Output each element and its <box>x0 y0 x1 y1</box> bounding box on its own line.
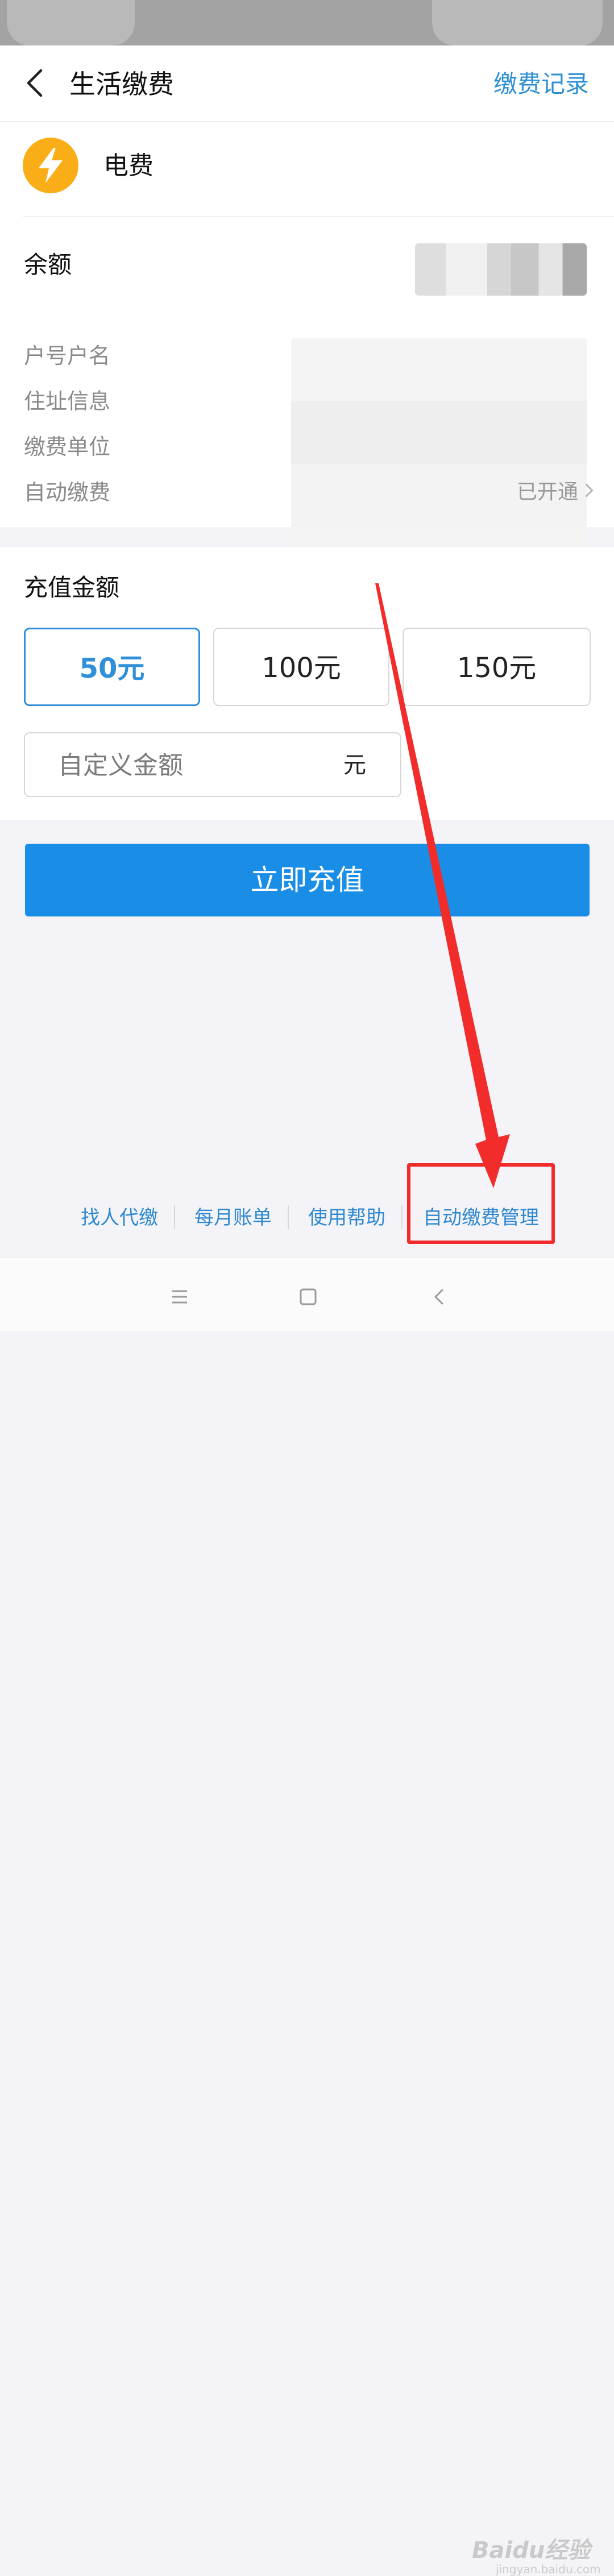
address-label: 住址信息 <box>24 389 111 414</box>
recharge-now-button[interactable]: 立即充值 <box>25 844 590 916</box>
home-icon[interactable] <box>291 1280 325 1314</box>
amount-option-100[interactable]: 100元 <box>213 628 389 706</box>
bill-card: 电费 余额 户号户名 住址信息 缴费单位 自动缴费 已开通 <box>0 122 614 590</box>
chevron-right-icon <box>579 483 594 497</box>
payment-history-link[interactable]: 缴费记录 <box>493 67 589 101</box>
currency-unit-label: 元 <box>343 752 366 778</box>
menu-icon[interactable] <box>163 1280 197 1314</box>
custom-amount-input[interactable] <box>57 746 321 785</box>
balance-value-redacted <box>415 243 587 296</box>
help-link[interactable]: 使用帮助 <box>308 1203 385 1233</box>
status-bar-right-blur <box>432 0 603 45</box>
balance-label: 余额 <box>24 251 72 279</box>
baidu-watermark-url: jingyan.baidu.com <box>496 2562 601 2576</box>
nav-back-icon[interactable] <box>422 1280 456 1314</box>
divider <box>23 216 614 217</box>
status-bar <box>0 0 614 45</box>
page-title: 生活缴费 <box>69 69 174 99</box>
custom-amount-field: 元 <box>24 732 401 797</box>
auto-pay-status[interactable]: 已开通 <box>516 478 594 507</box>
lightning-icon <box>23 138 78 193</box>
link-separator <box>401 1205 403 1229</box>
auto-pay-status-text: 已开通 <box>516 480 578 504</box>
bill-type-label: 电费 <box>103 151 154 180</box>
amount-option-50[interactable]: 50元 <box>24 628 200 706</box>
footer-links: 找人代缴 每月账单 使用帮助 自动缴费管理 <box>0 1197 614 1238</box>
baidu-watermark: Baidu经验 <box>472 2537 591 2563</box>
status-bar-left-blur <box>7 0 135 45</box>
app-header: 生活缴费 缴费记录 <box>0 45 614 122</box>
utility-company-label: 缴费单位 <box>24 434 111 459</box>
auto-pay-label: 自动缴费 <box>24 480 111 505</box>
recharge-section: 充值金额 50元 100元 150元 元 <box>0 547 614 820</box>
recharge-amount-title: 充值金额 <box>24 574 120 602</box>
system-nav-bar: Baidu经验 jingyan.baidu.com <box>0 1258 614 2576</box>
monthly-bill-link[interactable]: 每月账单 <box>194 1203 272 1233</box>
link-separator <box>174 1205 175 1229</box>
pay-for-others-link[interactable]: 找人代缴 <box>81 1203 158 1233</box>
auto-pay-management-link[interactable]: 自动缴费管理 <box>423 1203 539 1233</box>
back-arrow-icon[interactable] <box>23 66 48 100</box>
account-name-label: 户号户名 <box>24 343 111 368</box>
link-separator <box>288 1205 289 1229</box>
amount-option-150[interactable]: 150元 <box>403 628 591 706</box>
lightning-glyph <box>39 148 63 183</box>
